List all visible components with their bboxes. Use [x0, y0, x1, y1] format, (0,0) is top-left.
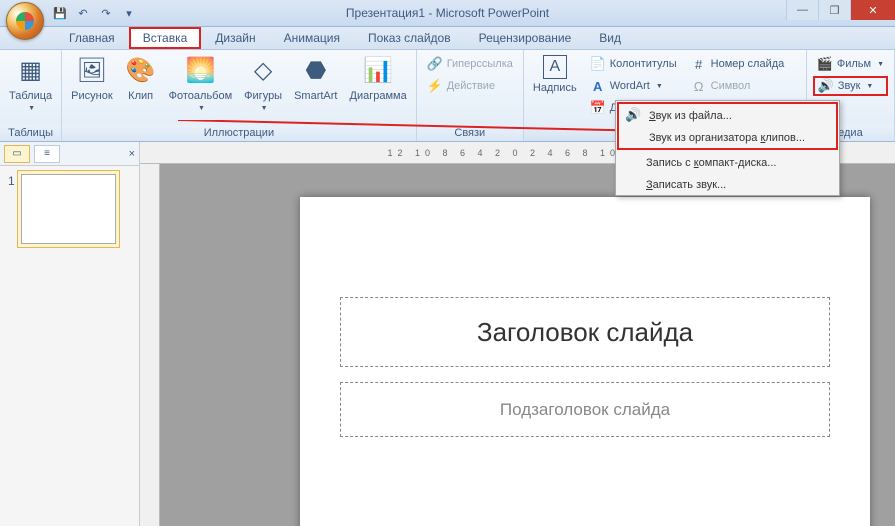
window-title: Презентация1 - Microsoft PowerPoint [346, 6, 549, 20]
window-controls: — ❐ ✕ [786, 0, 895, 20]
group-tables: ▦ Таблица ▼ Таблицы [0, 50, 62, 141]
album-icon: 🌅 [184, 55, 216, 87]
slide-panel: ▭ ≡ × 1 [0, 142, 140, 526]
title-placeholder[interactable]: Заголовок слайда [340, 297, 830, 367]
record-sound-item[interactable]: Записать звук... [616, 173, 839, 195]
chevron-down-icon: ▼ [866, 83, 873, 90]
clip-button[interactable]: 🎨Клип [120, 52, 162, 105]
slide-thumbnail[interactable]: 1 [8, 174, 131, 244]
chevron-down-icon: ▼ [198, 105, 205, 113]
slide-number: 1 [8, 174, 15, 244]
table-label: Таблица [9, 90, 52, 102]
album-button[interactable]: 🌅Фотоальбом▼ [164, 52, 238, 116]
sound-from-clips-item[interactable]: Звук из организатора клипов... [619, 126, 836, 148]
slidenum-icon: # [691, 56, 707, 72]
tab-animation[interactable]: Анимация [270, 27, 354, 49]
group-tables-label: Таблицы [0, 125, 61, 141]
save-icon[interactable]: 💾 [50, 3, 70, 23]
picture-icon: 🖼 [76, 55, 108, 87]
group-links: 🔗Гиперссылка ⚡Действие Связи [417, 50, 524, 141]
shapes-icon: ◇ [247, 55, 279, 87]
group-illustrations: 🖼Рисунок 🎨Клип 🌅Фотоальбом▼ ◇Фигуры▼ ⬣Sm… [62, 50, 417, 141]
smartart-icon: ⬣ [300, 55, 332, 87]
chevron-down-icon: ▼ [656, 83, 663, 90]
tab-slideshow[interactable]: Показ слайдов [354, 27, 465, 49]
chevron-down-icon: ▼ [28, 105, 35, 113]
tab-view[interactable]: Вид [585, 27, 635, 49]
sound-button[interactable]: 🔊Звук▼ [813, 76, 888, 96]
header-footer-button[interactable]: 📄Колонтитулы [586, 54, 681, 74]
chevron-down-icon: ▼ [261, 105, 268, 113]
textbox-button[interactable]: AНадпись [528, 52, 582, 97]
slide-canvas[interactable]: Заголовок слайда Подзаголовок слайда [300, 197, 870, 526]
title-bar: 💾 ↶ ↷ ▾ Презентация1 - Microsoft PowerPo… [0, 0, 895, 27]
chart-button[interactable]: 📊Диаграмма [345, 52, 412, 105]
textbox-icon: A [543, 55, 567, 79]
slides-tab[interactable]: ▭ [4, 145, 30, 163]
action-icon: ⚡ [427, 78, 443, 94]
office-button[interactable] [6, 2, 44, 40]
maximize-button[interactable]: ❐ [818, 0, 850, 20]
qat-more-icon[interactable]: ▾ [119, 3, 139, 23]
movie-button[interactable]: 🎬Фильм▼ [813, 54, 888, 74]
subtitle-placeholder[interactable]: Подзаголовок слайда [340, 382, 830, 437]
hyperlink-button: 🔗Гиперссылка [423, 54, 517, 74]
panel-close-icon[interactable]: × [129, 148, 135, 160]
action-button: ⚡Действие [423, 76, 517, 96]
clip-icon: 🎨 [125, 55, 157, 87]
quick-access-toolbar: 💾 ↶ ↷ ▾ [50, 3, 139, 23]
redo-icon[interactable]: ↷ [96, 3, 116, 23]
group-links-label: Связи [417, 125, 523, 141]
group-illustrations-label: Иллюстрации [62, 125, 416, 141]
sound-from-file-item[interactable]: 🔊Звук из файла... [619, 104, 836, 126]
tab-design[interactable]: Дизайн [201, 27, 269, 49]
picture-button[interactable]: 🖼Рисунок [66, 52, 118, 105]
table-button[interactable]: ▦ Таблица ▼ [4, 52, 57, 116]
close-button[interactable]: ✕ [850, 0, 895, 20]
sound-icon: 🔊 [818, 78, 834, 94]
table-icon: ▦ [15, 55, 47, 87]
outline-tab[interactable]: ≡ [34, 145, 60, 163]
wordart-icon: A [590, 78, 606, 94]
smartart-button[interactable]: ⬣SmartArt [289, 52, 342, 105]
tab-insert[interactable]: Вставка [129, 27, 202, 49]
movie-icon: 🎬 [817, 56, 833, 72]
ribbon-tabs: Главная Вставка Дизайн Анимация Показ сл… [0, 27, 895, 50]
slide-editor: 12 10 8 6 4 2 0 2 4 6 8 10 12 Заголовок … [140, 142, 895, 526]
hyperlink-icon: 🔗 [427, 56, 443, 72]
tab-review[interactable]: Рецензирование [465, 27, 586, 49]
chevron-down-icon: ▼ [877, 61, 884, 68]
slide-panel-tabs: ▭ ≡ × [0, 142, 139, 166]
shapes-button[interactable]: ◇Фигуры▼ [239, 52, 287, 116]
wordart-button[interactable]: AWordArt▼ [586, 76, 681, 96]
undo-icon[interactable]: ↶ [73, 3, 93, 23]
slide-number-button[interactable]: #Номер слайда [687, 54, 789, 74]
thumbnail-image [21, 174, 116, 244]
vertical-ruler [140, 164, 160, 526]
workspace: ▭ ≡ × 1 12 10 8 6 4 2 0 2 4 6 8 10 12 За… [0, 142, 895, 526]
tab-home[interactable]: Главная [55, 27, 129, 49]
date-icon: 📅 [590, 100, 606, 116]
header-icon: 📄 [590, 56, 606, 72]
sound-from-cd-item[interactable]: Запись с компакт-диска... [616, 151, 839, 173]
sound-dropdown-menu: 🔊Звук из файла... Звук из организатора к… [615, 100, 840, 196]
chart-icon: 📊 [362, 55, 394, 87]
minimize-button[interactable]: — [786, 0, 818, 20]
symbol-icon: Ω [691, 78, 707, 94]
sound-icon: 🔊 [625, 107, 641, 123]
symbol-button: ΩСимвол [687, 76, 789, 96]
